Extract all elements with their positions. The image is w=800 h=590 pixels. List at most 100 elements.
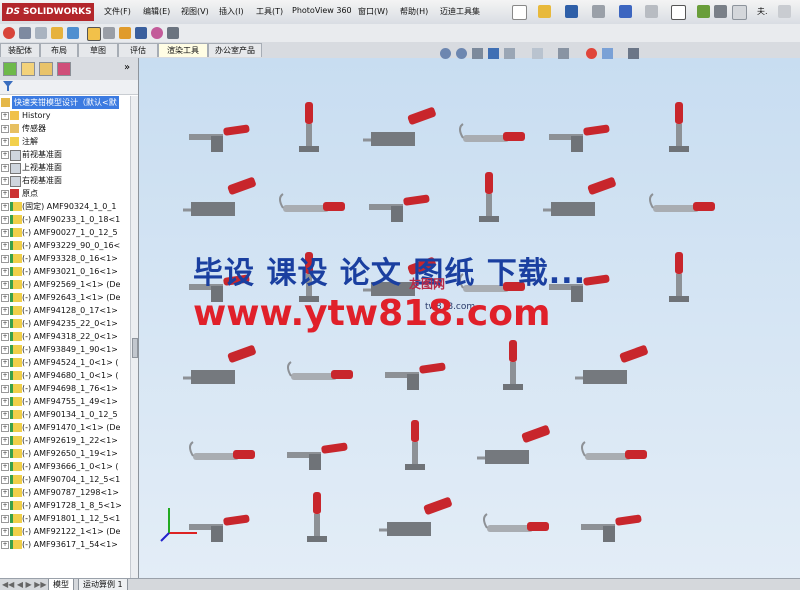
- decal-icon[interactable]: [19, 27, 31, 39]
- expand-icon[interactable]: +: [1, 177, 9, 185]
- scene-icon[interactable]: [35, 27, 47, 39]
- tree-item[interactable]: + (-) AMF94698_1_76<1>: [0, 382, 130, 395]
- tree-item[interactable]: + 前视基准面: [0, 148, 130, 161]
- menu-help[interactable]: 帮助(H): [400, 6, 428, 17]
- camera-icon[interactable]: [67, 27, 79, 39]
- clamp-model[interactable]: [183, 344, 257, 384]
- property-manager-icon[interactable]: [21, 62, 35, 76]
- clamp-model[interactable]: [581, 514, 642, 542]
- tab-evaluate[interactable]: 评估: [118, 43, 158, 57]
- filter-icon[interactable]: [3, 81, 13, 91]
- expand-icon[interactable]: +: [1, 138, 9, 146]
- tree-item[interactable]: + (-) AMF92643_1<1> (De: [0, 291, 130, 304]
- tree-item[interactable]: + 注解: [0, 135, 130, 148]
- expand-icon[interactable]: +: [1, 255, 9, 263]
- select-pointer-icon[interactable]: [671, 5, 686, 20]
- clamp-model[interactable]: [479, 172, 499, 222]
- expand-icon[interactable]: +: [1, 424, 9, 432]
- menu-photoview[interactable]: PhotoView 360: [292, 6, 352, 15]
- expand-icon[interactable]: +: [1, 164, 9, 172]
- clamp-model[interactable]: [189, 441, 255, 460]
- tab-nav-arrows-icon[interactable]: ◀◀ ◀ ▶ ▶▶: [2, 580, 47, 589]
- menu-maidi-tools[interactable]: 迈迪工具集: [440, 6, 480, 17]
- schedule-render-icon[interactable]: [135, 27, 147, 39]
- tree-item[interactable]: + (-) AMF90233_1_0_18<1: [0, 213, 130, 226]
- expand-icon[interactable]: +: [1, 346, 9, 354]
- menu-tools[interactable]: 工具(T): [256, 6, 283, 17]
- expand-icon[interactable]: +: [1, 268, 9, 276]
- tree-item[interactable]: + (-) AMF94235_22_0<1>: [0, 317, 130, 330]
- clamp-model[interactable]: [279, 193, 345, 212]
- menu-file[interactable]: 文件(F): [104, 6, 131, 17]
- tab-motion-study[interactable]: 运动算例 1: [78, 579, 128, 590]
- tree-item[interactable]: + (-) AMF90027_1_0_12_5: [0, 226, 130, 239]
- tree-item[interactable]: + (-) AMF94318_22_0<1>: [0, 330, 130, 343]
- clamp-model[interactable]: [307, 492, 327, 542]
- render-region-icon[interactable]: [119, 27, 131, 39]
- view-settings-icon[interactable]: [628, 48, 639, 59]
- tree-item[interactable]: + (-) AMF91728_1_8_5<1>: [0, 499, 130, 512]
- clamp-model[interactable]: [669, 102, 689, 152]
- zoom-to-area-icon[interactable]: [456, 48, 467, 59]
- feature-tree-icon[interactable]: [3, 62, 17, 76]
- clamp-model[interactable]: [363, 106, 437, 146]
- expand-icon[interactable]: +: [1, 242, 9, 250]
- expand-icon[interactable]: +: [1, 112, 9, 120]
- save-icon[interactable]: [565, 5, 578, 18]
- appearance-icon[interactable]: [3, 27, 15, 39]
- new-document-icon[interactable]: [512, 5, 527, 20]
- view-orientation-icon[interactable]: [504, 48, 515, 59]
- tree-item[interactable]: + (-) AMF92569_1<1> (De: [0, 278, 130, 291]
- expand-icon[interactable]: +: [1, 229, 9, 237]
- expand-icon[interactable]: +: [1, 307, 9, 315]
- expand-icon[interactable]: +: [1, 437, 9, 445]
- clamp-model[interactable]: [549, 124, 610, 152]
- expand-icon[interactable]: +: [1, 151, 9, 159]
- chevron-right-icon[interactable]: »: [124, 63, 134, 73]
- clamp-model[interactable]: [189, 514, 250, 542]
- tree-item[interactable]: + (-) AMF93229_90_0_16<: [0, 239, 130, 252]
- clamp-model[interactable]: [299, 102, 319, 152]
- zoom-to-fit-icon[interactable]: [440, 48, 451, 59]
- tree-item[interactable]: + (-) AMF90704_1_12_5<1: [0, 473, 130, 486]
- options-render-icon[interactable]: [167, 27, 179, 39]
- menu-edit[interactable]: 编辑(E): [143, 6, 170, 17]
- tab-sketch[interactable]: 草图: [78, 43, 118, 57]
- clamp-model[interactable]: [503, 340, 523, 390]
- tree-item[interactable]: + (-) AMF93666_1_0<1> (: [0, 460, 130, 473]
- hide-show-items-icon[interactable]: [558, 48, 569, 59]
- expand-icon[interactable]: +: [1, 411, 9, 419]
- solidworks-logo[interactable]: DS SOLIDWORKS: [2, 3, 94, 21]
- tab-model[interactable]: 模型: [48, 579, 74, 590]
- tab-layout[interactable]: 布局: [40, 43, 78, 57]
- display-style-icon[interactable]: [532, 48, 543, 59]
- clamp-model[interactable]: [287, 361, 353, 380]
- display-manager-icon[interactable]: [57, 62, 71, 76]
- expand-icon[interactable]: +: [1, 528, 9, 536]
- menu-insert[interactable]: 插入(I): [219, 6, 244, 17]
- light-icon[interactable]: [51, 27, 63, 39]
- menu-overflow[interactable]: 夫.: [757, 6, 768, 17]
- tree-item[interactable]: + 传感器: [0, 122, 130, 135]
- recall-render-icon[interactable]: [151, 27, 163, 39]
- rebuild-icon[interactable]: [697, 5, 710, 18]
- expand-icon[interactable]: +: [1, 372, 9, 380]
- clamp-model[interactable]: [183, 176, 257, 216]
- tree-filter[interactable]: [0, 80, 138, 95]
- menu-window[interactable]: 窗口(W): [358, 6, 388, 17]
- tree-item[interactable]: + (-) AMF93021_0_16<1>: [0, 265, 130, 278]
- tree-item[interactable]: + (固定) AMF90324_1_0_1: [0, 200, 130, 213]
- tree-root[interactable]: 快速夹钳模型设计（默认<默: [0, 96, 130, 109]
- clamp-model[interactable]: [649, 193, 715, 212]
- expand-icon[interactable]: +: [1, 463, 9, 471]
- expand-icon[interactable]: +: [1, 320, 9, 328]
- expand-icon[interactable]: +: [1, 476, 9, 484]
- tree-item[interactable]: + (-) AMF93617_1_54<1>: [0, 538, 130, 551]
- tree-item[interactable]: + (-) AMF92122_1<1> (De: [0, 525, 130, 538]
- tree-item[interactable]: + (-) AMF93849_1_90<1>: [0, 343, 130, 356]
- expand-icon[interactable]: +: [1, 216, 9, 224]
- clamp-model[interactable]: [369, 194, 430, 222]
- redo-icon[interactable]: [645, 5, 658, 18]
- tree-item[interactable]: + (-) AMF94128_0_17<1>: [0, 304, 130, 317]
- tree-item[interactable]: + (-) AMF94524_1_0<1> (: [0, 356, 130, 369]
